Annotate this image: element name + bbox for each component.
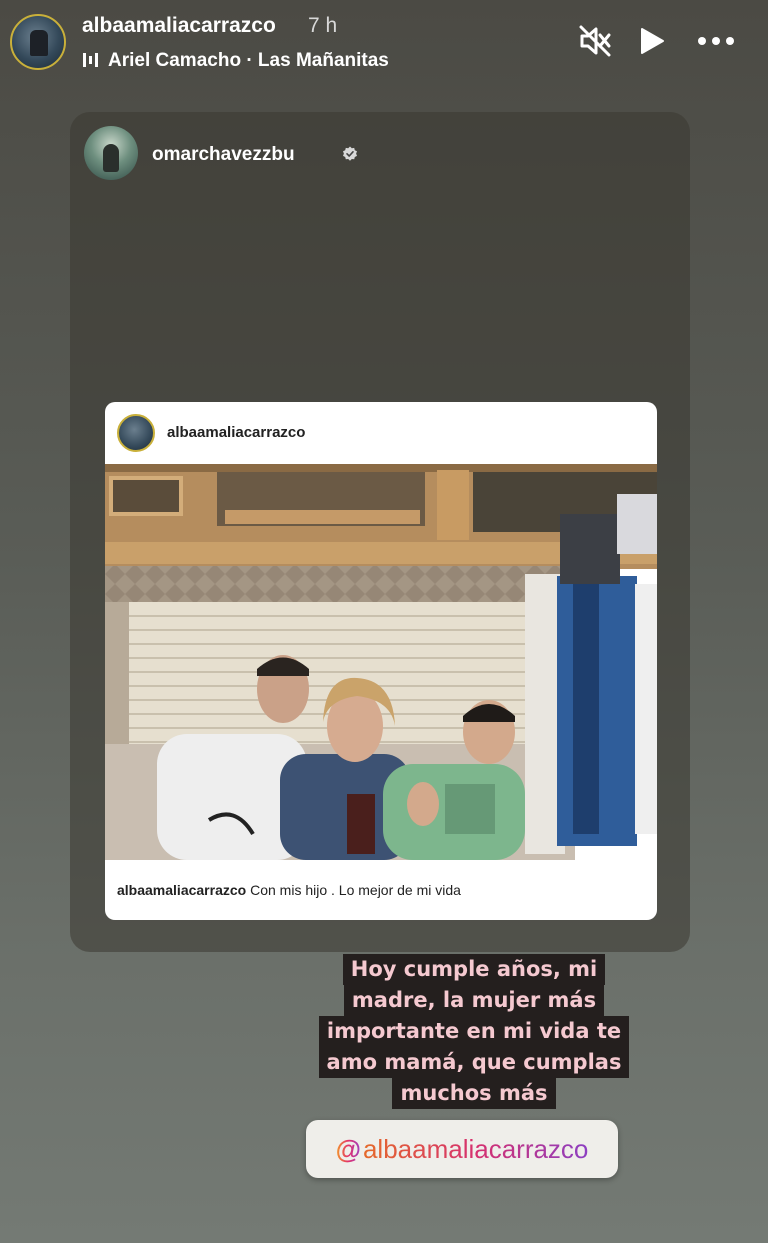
embedded-post-header: albaamaliacarrazco — [105, 402, 657, 464]
mention-sticker[interactable]: @ albaamaliacarrazco — [306, 1120, 618, 1178]
mention-handle: albaamaliacarrazco — [362, 1133, 589, 1164]
story-time: 7 h — [308, 14, 338, 37]
text-sticker: Hoy cumple años, mi madre, la mujer más … — [312, 954, 636, 1109]
embedded-post[interactable]: albaamaliacarrazco albaamaliacarrazco Co… — [105, 402, 657, 920]
sticker-line: amo mamá, que cumplas — [318, 1047, 630, 1078]
caption-username[interactable]: albaamaliacarrazco — [117, 882, 246, 898]
story-header: albaamaliacarrazco 7 h Ariel Camacho · L… — [0, 0, 768, 90]
speaker-mute-icon[interactable] — [578, 24, 612, 58]
music-bars-icon — [83, 53, 98, 67]
embedded-post-caption: albaamaliacarrazco Con mis hijo . Lo mej… — [117, 882, 461, 898]
more-options-icon[interactable] — [696, 30, 736, 52]
sticker-line: madre, la mujer más — [343, 985, 605, 1016]
shared-post-author[interactable]: omarchavezzbu — [152, 144, 295, 166]
embedded-post-photo — [105, 464, 657, 860]
sticker-line: importante en mi vida te — [318, 1016, 630, 1047]
mention-at-symbol: @ — [335, 1133, 361, 1164]
verified-badge-icon — [343, 146, 357, 161]
play-icon[interactable] — [638, 26, 666, 56]
sticker-line: muchos más — [392, 1078, 556, 1109]
shared-post-author-avatar[interactable] — [84, 126, 138, 180]
caption-text: Con mis hijo . Lo mejor de mi vida — [250, 882, 461, 898]
sticker-line: Hoy cumple años, mi — [342, 954, 606, 985]
story-music[interactable]: Ariel Camacho · Las Mañanitas — [108, 50, 389, 72]
embedded-post-avatar[interactable] — [117, 414, 155, 452]
story-username[interactable]: albaamaliacarrazco — [82, 14, 276, 38]
embedded-post-username[interactable]: albaamaliacarrazco — [167, 424, 305, 441]
story-avatar[interactable] — [10, 14, 66, 70]
